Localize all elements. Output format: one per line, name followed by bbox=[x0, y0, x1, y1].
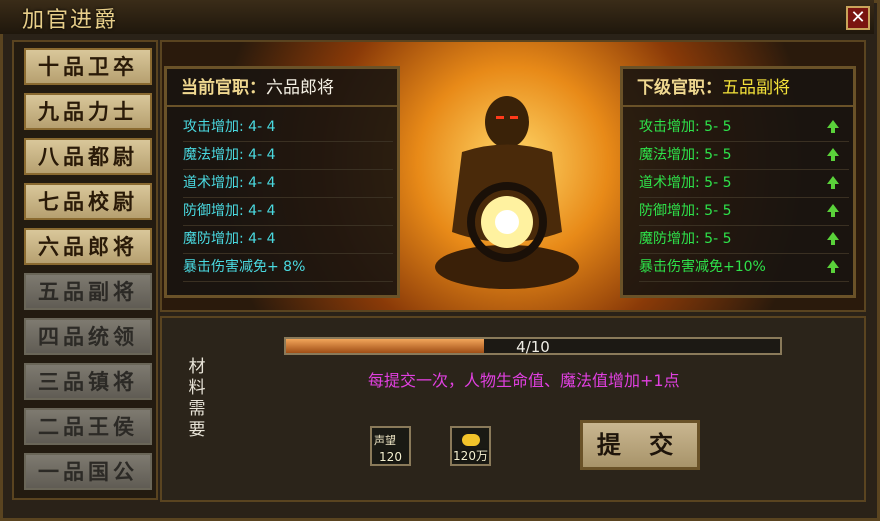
gold-ingot-icon bbox=[462, 434, 480, 446]
current-stat-crit-reduction: 暴击伤害减免+ 8% bbox=[183, 254, 393, 282]
rank-list: 十品卫卒 九品力士 八品都尉 七品校尉 六品郎将 五品副将 四品统领 三品镇将 … bbox=[12, 40, 158, 500]
next-stat-attack: 攻击增加: 5- 5 bbox=[639, 114, 849, 142]
rank-button-1[interactable]: 一品国公 bbox=[24, 453, 152, 490]
rank-button-10[interactable]: 十品卫卒 bbox=[24, 48, 152, 85]
submission-hint: 每提交一次，人物生命值、魔法值增加+1点 bbox=[368, 371, 680, 390]
rank-button-4[interactable]: 四品统领 bbox=[24, 318, 152, 355]
next-rank-value: 五品副将 bbox=[722, 78, 790, 98]
arrow-up-icon bbox=[827, 120, 839, 133]
current-stat-attack: 攻击增加: 4- 4 bbox=[183, 114, 393, 142]
next-stat-defense: 防御增加: 5- 5 bbox=[639, 198, 849, 226]
rank-button-9[interactable]: 九品力士 bbox=[24, 93, 152, 130]
current-rank-label: 当前官职： bbox=[181, 78, 266, 98]
rank-button-7[interactable]: 七品校尉 bbox=[24, 183, 152, 220]
close-button[interactable]: ✕ bbox=[846, 6, 870, 30]
next-stat-text: 魔法增加: 5- 5 bbox=[639, 147, 732, 163]
next-stat-text: 道术增加: 5- 5 bbox=[639, 175, 732, 191]
next-rank-panel: 下级官职：五品副将 攻击增加: 5- 5 魔法增加: 5- 5 道术增加: 5-… bbox=[620, 66, 856, 298]
prestige-icon: 声望 bbox=[374, 434, 396, 447]
current-rank-value: 六品郎将 bbox=[266, 78, 334, 98]
next-stat-text: 防御增加: 5- 5 bbox=[639, 203, 732, 219]
close-icon: ✕ bbox=[850, 7, 866, 28]
title-bar: 加官进爵 bbox=[0, 0, 874, 34]
material-item-prestige[interactable]: 声望 120 bbox=[370, 426, 411, 466]
arrow-up-icon bbox=[827, 260, 839, 273]
rank-button-3[interactable]: 三品镇将 bbox=[24, 363, 152, 400]
window-title: 加官进爵 bbox=[22, 8, 119, 33]
next-rank-label: 下级官职： bbox=[637, 78, 722, 98]
next-stat-text: 魔防增加: 5- 5 bbox=[639, 231, 732, 247]
meditating-figure-illustration bbox=[435, 96, 579, 289]
submit-button[interactable]: 提 交 bbox=[580, 420, 700, 470]
next-stat-magic-defense: 魔防增加: 5- 5 bbox=[639, 226, 849, 254]
current-rank-header: 当前官职：六品郎将 bbox=[167, 69, 397, 107]
current-rank-panel: 当前官职：六品郎将 攻击增加: 4- 4 魔法增加: 4- 4 道术增加: 4-… bbox=[164, 66, 400, 298]
current-stat-taoism: 道术增加: 4- 4 bbox=[183, 170, 393, 198]
submission-progress-bar: 4/10 bbox=[284, 337, 782, 356]
next-stat-taoism: 道术增加: 5- 5 bbox=[639, 170, 849, 198]
arrow-up-icon bbox=[827, 232, 839, 245]
arrow-up-icon bbox=[827, 148, 839, 161]
arrow-up-icon bbox=[827, 176, 839, 189]
next-rank-header: 下级官职：五品副将 bbox=[623, 69, 853, 107]
current-stat-defense: 防御增加: 4- 4 bbox=[183, 198, 393, 226]
rank-button-2[interactable]: 二品王侯 bbox=[24, 408, 152, 445]
current-stat-magic: 魔法增加: 4- 4 bbox=[183, 142, 393, 170]
next-stat-crit-reduction: 暴击伤害减免+10% bbox=[639, 254, 849, 282]
rank-button-5[interactable]: 五品副将 bbox=[24, 273, 152, 310]
next-stat-text: 暴击伤害减免+10% bbox=[639, 259, 766, 275]
material-item-gold[interactable]: 120万 bbox=[450, 426, 491, 466]
next-stat-magic: 魔法增加: 5- 5 bbox=[639, 142, 849, 170]
next-stat-text: 攻击增加: 5- 5 bbox=[639, 119, 732, 135]
materials-label: 材料需要 bbox=[188, 357, 206, 440]
current-stat-magic-defense: 魔防增加: 4- 4 bbox=[183, 226, 393, 254]
material-quantity: 120万 bbox=[453, 449, 488, 463]
rank-button-8[interactable]: 八品都尉 bbox=[24, 138, 152, 175]
arrow-up-icon bbox=[827, 204, 839, 217]
material-quantity: 120 bbox=[379, 450, 402, 464]
progress-text: 4/10 bbox=[516, 338, 550, 356]
rank-button-6[interactable]: 六品郎将 bbox=[24, 228, 152, 265]
